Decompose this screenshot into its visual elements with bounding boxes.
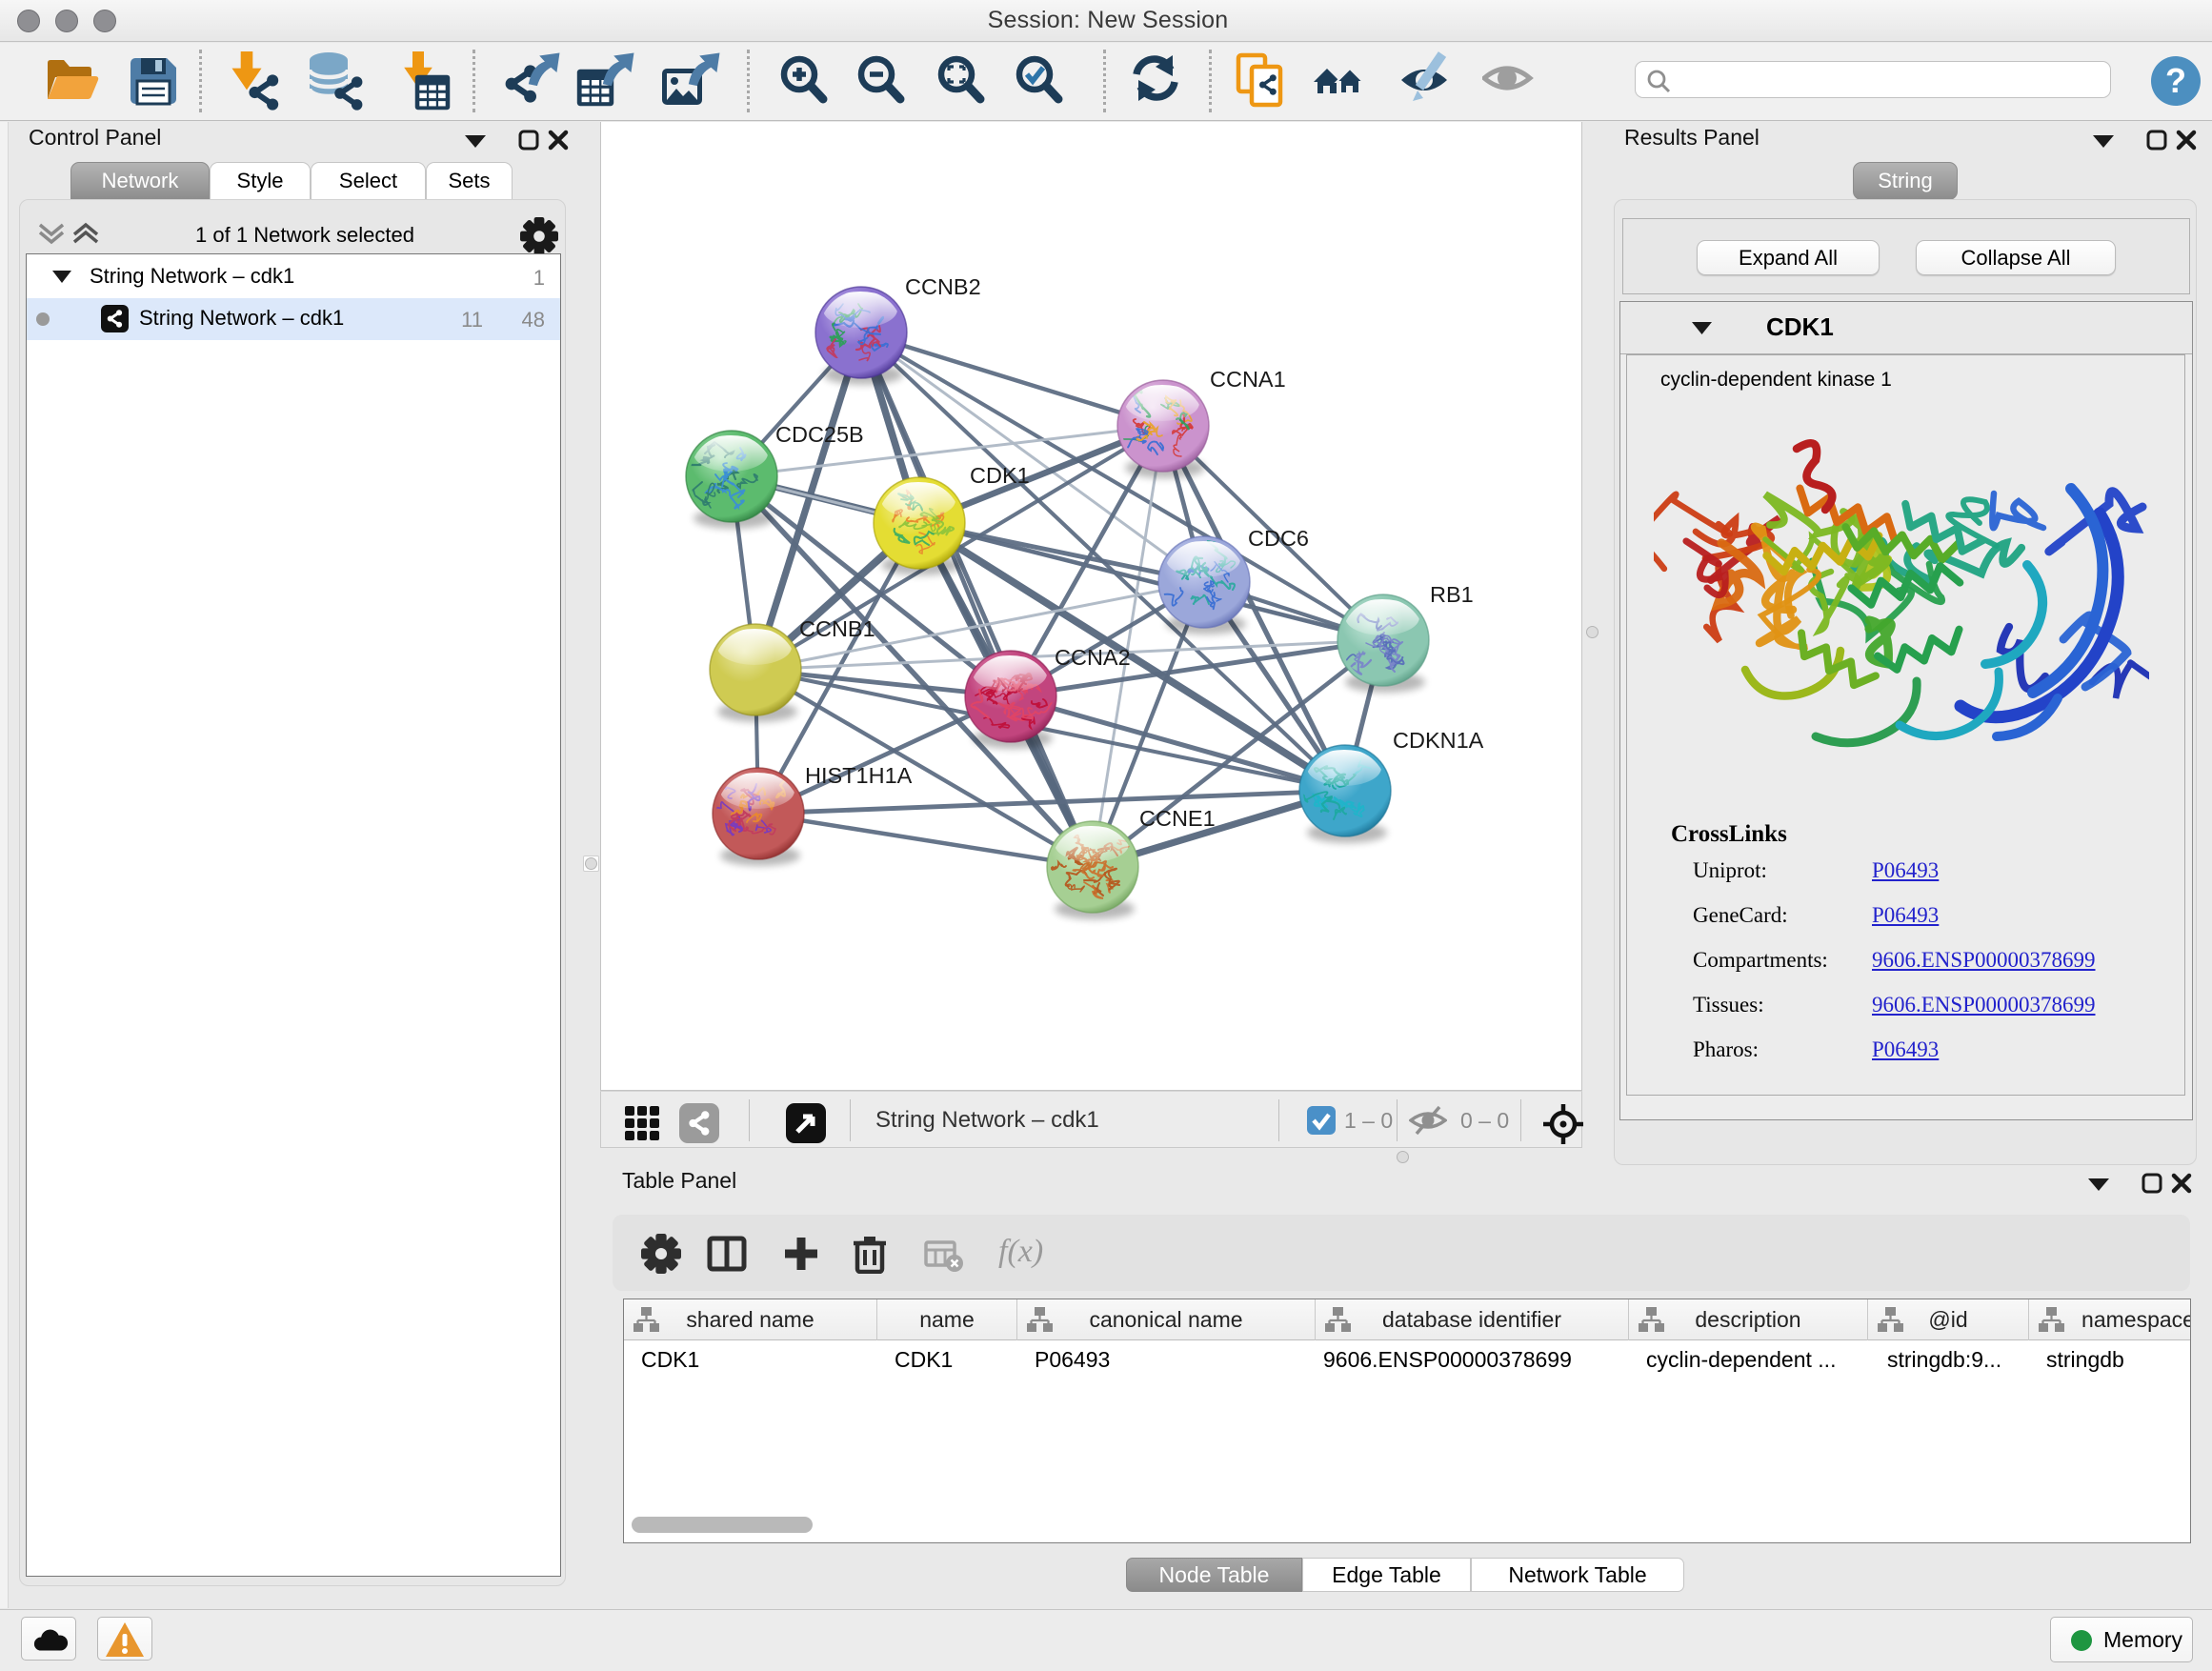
svg-text:RB1: RB1	[1430, 582, 1474, 607]
svg-text:CCNA1: CCNA1	[1210, 367, 1286, 392]
svg-text:CCNB2: CCNB2	[905, 274, 981, 299]
svg-text:HIST1H1A: HIST1H1A	[805, 763, 913, 788]
svg-text:CDC25B: CDC25B	[775, 422, 864, 447]
svg-text:CCNE1: CCNE1	[1139, 806, 1216, 831]
svg-text:CCNB1: CCNB1	[799, 616, 875, 641]
svg-text:?: ?	[2165, 61, 2186, 100]
svg-text:CDK1: CDK1	[970, 463, 1030, 488]
svg-text:CDKN1A: CDKN1A	[1393, 728, 1484, 753]
svg-text:CDC6: CDC6	[1248, 526, 1309, 551]
svg-text:CCNA2: CCNA2	[1055, 645, 1131, 670]
